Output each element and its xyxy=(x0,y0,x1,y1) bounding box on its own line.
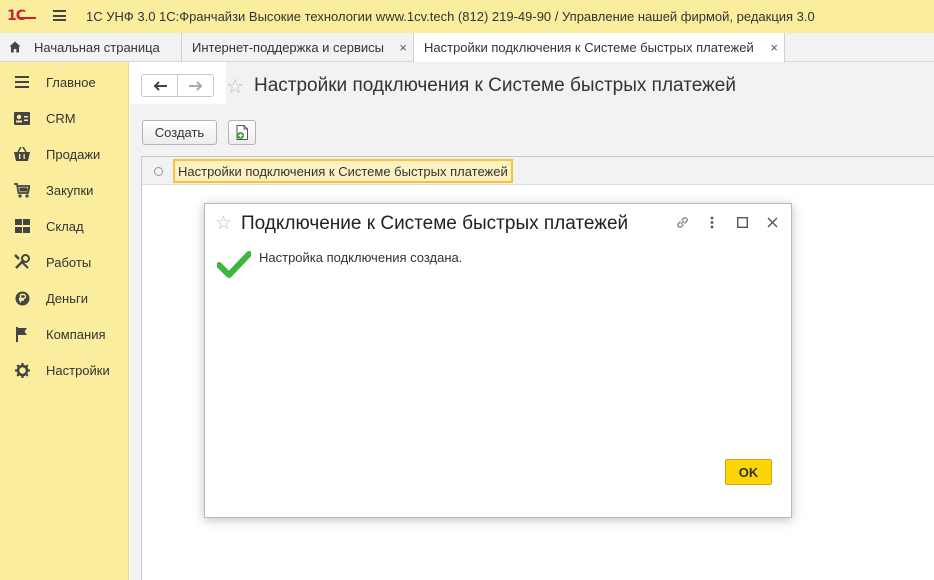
app-title: 1С УНФ 3.0 1С:Франчайзи Высокие технолог… xyxy=(86,9,815,24)
ok-button[interactable]: OK xyxy=(725,459,772,485)
row-status-icon xyxy=(154,167,163,176)
sidebar-item-label: Компания xyxy=(46,326,106,342)
sidebar-item-label: Продажи xyxy=(46,146,101,162)
favorite-star-icon[interactable]: ☆ xyxy=(215,212,232,235)
more-options-icon[interactable] xyxy=(704,214,720,230)
logo-underline xyxy=(18,17,36,19)
tab-internet-support[interactable]: Интернет-поддержка и сервисы × xyxy=(182,33,414,62)
dialog-title: Подключение к Системе быстрых платежей xyxy=(241,213,629,234)
close-icon[interactable]: × xyxy=(770,40,778,55)
logo-text: 1С xyxy=(7,8,26,24)
ruble-coin-icon xyxy=(14,290,30,306)
tab-home-label: Начальная страница xyxy=(34,40,160,55)
sidebar-item-label: Главное xyxy=(46,74,96,90)
home-icon xyxy=(9,41,21,53)
menu-lines-icon xyxy=(14,74,30,90)
hamburger-menu-icon[interactable] xyxy=(53,10,66,21)
connection-dialog: ☆ Подключение к Системе быстрых платежей… xyxy=(204,203,792,518)
gear-icon xyxy=(14,362,30,378)
sidebar-item-warehouse[interactable]: Склад xyxy=(0,208,129,244)
sidebar-item-label: CRM xyxy=(46,110,76,126)
list-item-name[interactable]: Настройки подключения к Системе быстрых … xyxy=(173,159,513,183)
maximize-icon[interactable] xyxy=(734,214,750,230)
sidebar-item-label: Настройки xyxy=(46,362,110,378)
sidebar-item-company[interactable]: Компания xyxy=(0,316,129,352)
sidebar-item-sales[interactable]: Продажи xyxy=(0,136,129,172)
sidebar-item-label: Деньги xyxy=(46,290,88,306)
checkmark-icon xyxy=(217,251,251,278)
arrow-right-icon xyxy=(188,80,202,91)
new-document-icon xyxy=(236,125,248,140)
cart-icon xyxy=(14,182,30,198)
app-logo[interactable]: 1С xyxy=(7,7,26,25)
favorite-star-icon[interactable]: ☆ xyxy=(226,74,244,99)
contact-card-icon xyxy=(14,110,30,126)
dialog-message: Настройка подключения создана. xyxy=(259,250,463,265)
tab-sbp-settings[interactable]: Настройки подключения к Системе быстрых … xyxy=(414,33,785,62)
sidebar: Главное CRM Продажи Закупки Склад Работы xyxy=(0,62,129,580)
sidebar-item-label: Работы xyxy=(46,254,92,270)
sidebar-item-settings[interactable]: Настройки xyxy=(0,352,129,388)
close-icon[interactable]: × xyxy=(399,40,407,55)
tab-bar: Начальная страница Интернет-поддержка и … xyxy=(0,33,934,62)
sidebar-item-works[interactable]: Работы xyxy=(0,244,129,280)
basket-icon xyxy=(14,146,30,162)
forward-button[interactable] xyxy=(177,74,214,97)
create-document-button[interactable] xyxy=(228,120,256,145)
arrow-left-icon xyxy=(153,80,167,91)
tab-home[interactable]: Начальная страница xyxy=(0,33,182,62)
sidebar-item-purchases[interactable]: Закупки xyxy=(0,172,129,208)
page-title: Настройки подключения к Системе быстрых … xyxy=(254,75,736,96)
title-bar: 1С 1С УНФ 3.0 1С:Франчайзи Высокие техно… xyxy=(0,0,934,33)
warehouse-grid-icon xyxy=(14,218,30,234)
tab-internet-support-label: Интернет-поддержка и сервисы xyxy=(192,40,385,55)
sidebar-item-label: Закупки xyxy=(46,182,94,198)
flag-icon xyxy=(14,326,30,342)
list-item[interactable]: Настройки подключения к Системе быстрых … xyxy=(142,157,934,185)
nav-box xyxy=(130,62,226,104)
tab-sbp-settings-label: Настройки подключения к Системе быстрых … xyxy=(424,40,754,55)
sidebar-item-crm[interactable]: CRM xyxy=(0,100,129,136)
close-icon[interactable] xyxy=(764,214,780,230)
sidebar-item-main[interactable]: Главное xyxy=(0,64,129,100)
tools-icon xyxy=(14,254,30,270)
back-button[interactable] xyxy=(141,74,178,97)
link-icon[interactable] xyxy=(674,214,690,230)
create-button[interactable]: Создать xyxy=(142,120,217,145)
sidebar-item-label: Склад xyxy=(46,218,84,234)
sidebar-item-money[interactable]: Деньги xyxy=(0,280,129,316)
